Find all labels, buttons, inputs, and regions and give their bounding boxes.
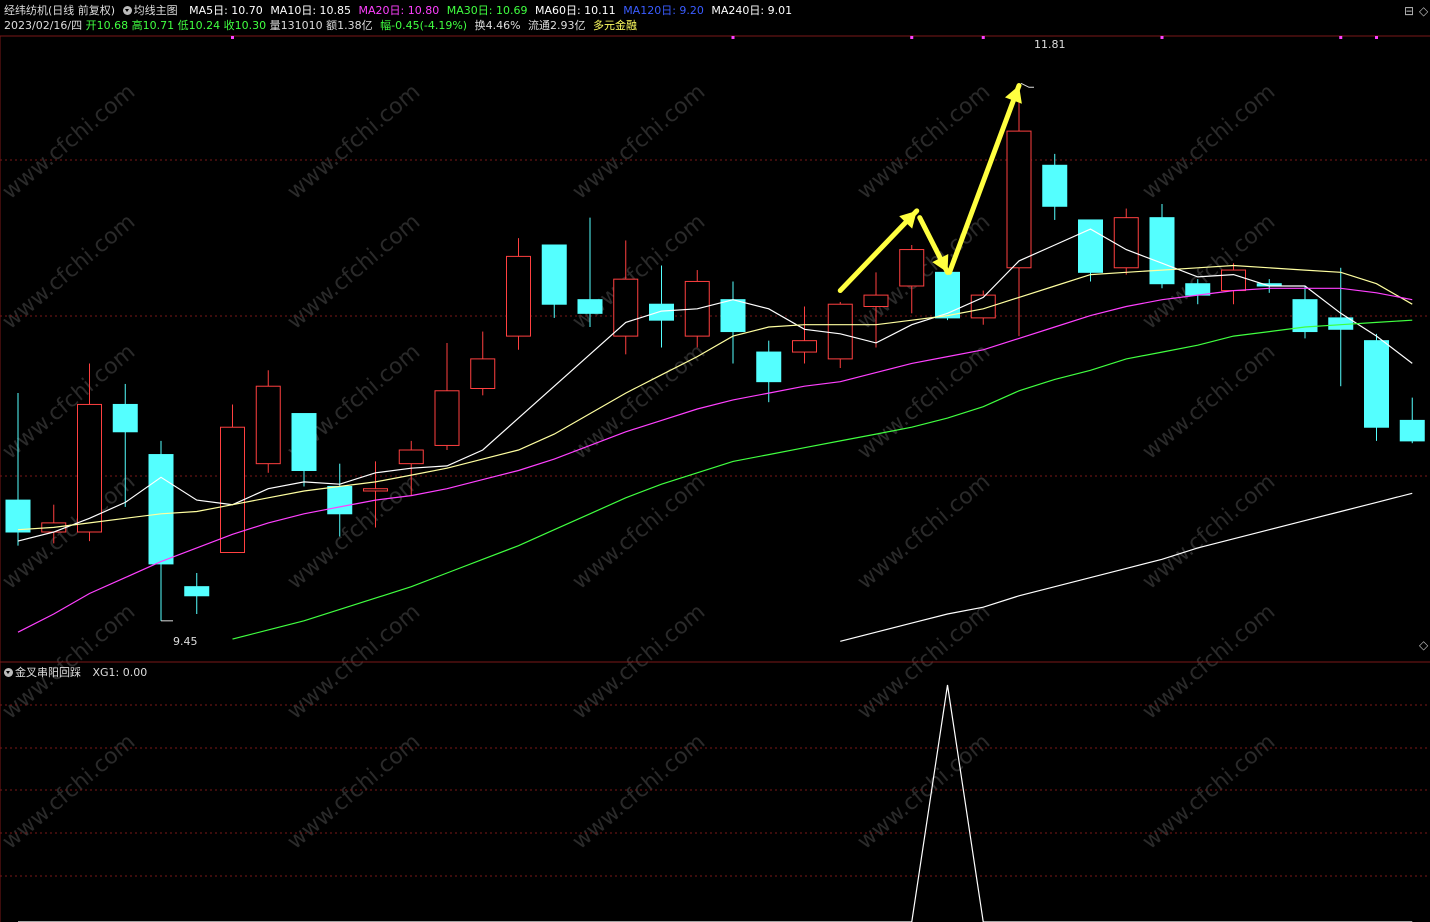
indicator-selector[interactable]: 均线主图 [122, 4, 182, 17]
candle-body-up [506, 255, 531, 337]
candle-body-down [756, 351, 782, 383]
candle-body-down [1042, 164, 1068, 207]
watermark-text: www.cfchi.com [0, 79, 140, 204]
candle-body-down [184, 586, 210, 597]
candle-body-down [1185, 283, 1211, 296]
candle-body-up [77, 403, 102, 533]
candle-body-down [1149, 217, 1175, 285]
candle-body-down [327, 485, 353, 515]
quote-open: 开10.68 [85, 19, 129, 32]
candle-body-down [541, 244, 567, 305]
ma10-label: MA10日: 10.85 [270, 4, 352, 17]
candle-body-up [792, 340, 817, 353]
sub-chart-header: 金叉串阳回踩 XG1: 0.00 [4, 666, 151, 680]
candle-body-up [613, 278, 639, 337]
watermark-text: www.cfchi.com [1138, 339, 1280, 464]
low-price-label: 9.45 [173, 635, 198, 648]
signal-dot [1375, 36, 1378, 39]
candle-body-up [1006, 130, 1032, 269]
watermark-layer: www.cfchi.com www.cfchi.com www.cfchi.com w… [0, 79, 1280, 854]
signal-dot [981, 36, 985, 39]
candle-body-down [720, 299, 746, 333]
watermark-text: www.cfchi.com [283, 79, 425, 204]
kline-chart[interactable]: www.cfchi.com www.cfchi.com www.cfchi.com w… [0, 0, 1430, 922]
quote-info-bar: 2023/02/16/四 开10.68 高10.71 低10.24 收10.30… [4, 19, 641, 33]
watermark-text: www.cfchi.com [1138, 79, 1280, 204]
dropdown-icon [122, 6, 132, 15]
candle-body-down [148, 454, 174, 565]
candle-body-up [827, 303, 853, 360]
candle-body-up [398, 449, 424, 465]
watermark-text: www.cfchi.com [1138, 729, 1280, 854]
candle-body-up [899, 249, 925, 287]
ma5-label: MA5日: 10.70 [189, 4, 263, 17]
main-chart-header: 经纬纺机(日线 前复权) 均线主图 MA5日: 10.70 MA10日: 10.… [4, 4, 796, 18]
signal-dot [231, 36, 234, 39]
ma30-label: MA30日: 10.69 [446, 4, 528, 17]
candle-body-down [577, 299, 603, 314]
high-price-label: 11.81 [1034, 38, 1066, 51]
stock-title[interactable]: 经纬纺机(日线 前复权) [4, 4, 115, 17]
quote-sector[interactable]: 多元金融 [593, 19, 637, 32]
ma240-label: MA240日: 9.01 [711, 4, 793, 17]
candle-body-up [255, 385, 281, 465]
ma20-label: MA20日: 10.80 [358, 4, 440, 17]
candle-body-up [434, 390, 460, 446]
watermark-text: www.cfchi.com [568, 729, 710, 854]
signal-dot [731, 36, 735, 39]
candle-body-down [935, 271, 960, 319]
ma120-label: MA120日: 9.20 [623, 4, 704, 17]
candle-body-down [112, 403, 138, 433]
watermark-text: www.cfchi.com [853, 469, 995, 594]
candle-body-down [5, 499, 31, 533]
watermark-text: www.cfchi.com [853, 729, 995, 854]
quote-volume: 量131010 [269, 19, 323, 32]
watermark-text: www.cfchi.com [283, 469, 425, 594]
quote-turnover: 换4.46% [474, 19, 521, 32]
ma60-label: MA60日: 10.11 [534, 4, 616, 17]
watermark-text: www.cfchi.com [0, 339, 140, 464]
quote-close: 收10.30 [223, 19, 267, 32]
sub-indicator-selector[interactable]: 金叉串阳回踩 [4, 666, 85, 679]
watermark-text: www.cfchi.com [283, 209, 425, 334]
watermark-text: www.cfchi.com [568, 79, 710, 204]
sub-panel-expand-icon[interactable]: ◇ [1419, 638, 1428, 652]
watermark-text: www.cfchi.com [853, 339, 995, 464]
signal-dot [910, 36, 914, 39]
quote-low: 低10.24 [177, 19, 221, 32]
candle-body-up [470, 358, 496, 389]
candle-body-up [363, 488, 388, 492]
dropdown-icon [4, 668, 13, 677]
quote-change: 幅-0.45(-4.19%) [380, 19, 468, 32]
candle-body-down [1078, 219, 1103, 273]
quote-high: 高10.71 [131, 19, 175, 32]
panel-expand-icon[interactable]: ◇ [1419, 4, 1428, 18]
sub-indicator-name: 金叉串阳回踩 [15, 666, 81, 679]
quote-date: 2023/02/16/四 [4, 19, 83, 32]
watermark-text: www.cfchi.com [853, 79, 995, 204]
signal-dot [1160, 36, 1164, 39]
candle-body-down [649, 303, 674, 321]
quote-float: 流通2.93亿 [528, 19, 586, 32]
candle-body-up [863, 294, 889, 308]
watermark-text: www.cfchi.com [283, 729, 425, 854]
candle-body-up [1113, 217, 1139, 269]
high-leader [1020, 82, 1034, 88]
xg1-value: XG1: 0.00 [92, 666, 148, 679]
panel-menu-icon[interactable]: ⊟ [1404, 4, 1414, 18]
watermark-text: www.cfchi.com [568, 469, 710, 594]
candle-body-down [1364, 340, 1389, 428]
indicator-name: 均线主图 [133, 4, 178, 17]
signal-dot [1339, 36, 1343, 39]
candle-body-up [1221, 269, 1246, 292]
quote-amount: 额1.38亿 [326, 19, 373, 32]
candle-body-down [1399, 419, 1425, 442]
candle-body-down [291, 413, 317, 471]
